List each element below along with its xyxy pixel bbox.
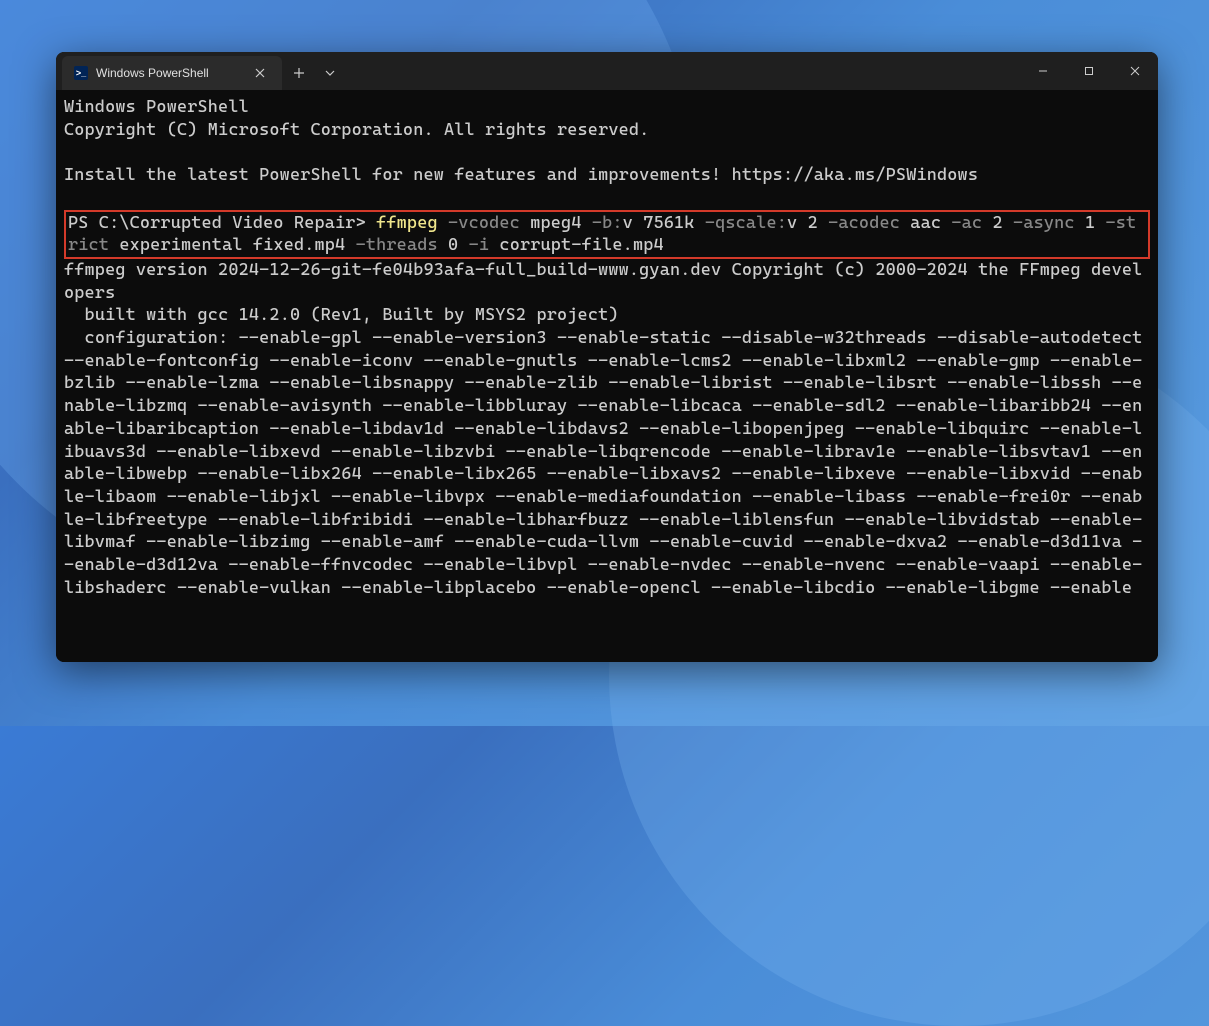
chevron-down-icon — [325, 70, 335, 76]
arg-experimental: experimental fixed.mp4 — [109, 235, 356, 255]
close-window-button[interactable] — [1112, 52, 1158, 90]
sp — [695, 213, 705, 233]
arg-v: v — [623, 213, 644, 233]
num-2: 2 — [808, 213, 818, 233]
opt-ac: -ac — [951, 213, 982, 233]
opt-b: -b: — [592, 213, 623, 233]
arg-corrupt-file: corrupt-file.mp4 — [489, 235, 664, 255]
minimize-button[interactable] — [1020, 52, 1066, 90]
ffmpeg-version-line: ffmpeg version 2024-12-26-git-fe04b93afa… — [64, 260, 1142, 303]
opt-i: -i — [469, 235, 490, 255]
new-tab-button[interactable] — [282, 56, 316, 90]
ffmpeg-built-line: built with gcc 14.2.0 (Rev1, Built by MS… — [64, 305, 619, 325]
sp — [1003, 213, 1013, 233]
tab-dropdown-button[interactable] — [316, 56, 344, 90]
titlebar[interactable]: >_ Windows PowerShell — [56, 52, 1158, 90]
arg-aac: aac — [900, 213, 951, 233]
sp — [1095, 213, 1105, 233]
tab-title: Windows PowerShell — [96, 66, 209, 80]
num-2b: 2 — [992, 213, 1002, 233]
close-icon — [1130, 66, 1140, 76]
titlebar-drag-area[interactable] — [344, 52, 1020, 90]
maximize-icon — [1084, 66, 1094, 76]
ps-header-line: Windows PowerShell — [64, 97, 249, 117]
opt-acodec: -acodec — [828, 213, 900, 233]
powershell-icon: >_ — [74, 66, 88, 80]
close-icon — [255, 68, 265, 78]
arg-mpeg4: mpeg4 — [520, 213, 592, 233]
prompt: PS C:\Corrupted Video Repair> — [68, 213, 376, 233]
install-message: Install the latest PowerShell for new fe… — [64, 165, 978, 185]
sp — [982, 213, 992, 233]
terminal-window: >_ Windows PowerShell Windows PowerShell… — [56, 52, 1158, 662]
sp — [438, 235, 448, 255]
num-1: 1 — [1085, 213, 1095, 233]
copyright-line: Copyright (C) Microsoft Corporation. All… — [64, 120, 649, 140]
plus-icon — [293, 67, 305, 79]
close-tab-button[interactable] — [250, 63, 270, 83]
maximize-button[interactable] — [1066, 52, 1112, 90]
sp — [1075, 213, 1085, 233]
opt-threads: -threads — [356, 235, 438, 255]
ffmpeg-command: ffmpeg — [376, 213, 438, 233]
opt-vcodec: -vcodec — [448, 213, 520, 233]
terminal-output[interactable]: Windows PowerShell Copyright (C) Microso… — [56, 90, 1158, 662]
num-0: 0 — [448, 235, 458, 255]
num-7561k: 7561k — [643, 213, 694, 233]
sp — [458, 235, 468, 255]
opt-qscale: -qscale: — [705, 213, 787, 233]
minimize-icon — [1038, 66, 1048, 76]
opt-async: -async — [1013, 213, 1075, 233]
highlighted-command: PS C:\Corrupted Video Repair> ffmpeg -vc… — [64, 210, 1150, 259]
sp — [818, 213, 828, 233]
tab-powershell[interactable]: >_ Windows PowerShell — [62, 56, 282, 90]
ffmpeg-config-line: configuration: --enable-gpl --enable-ver… — [64, 328, 1153, 598]
arg-v2: v — [787, 213, 808, 233]
window-controls — [1020, 52, 1158, 90]
